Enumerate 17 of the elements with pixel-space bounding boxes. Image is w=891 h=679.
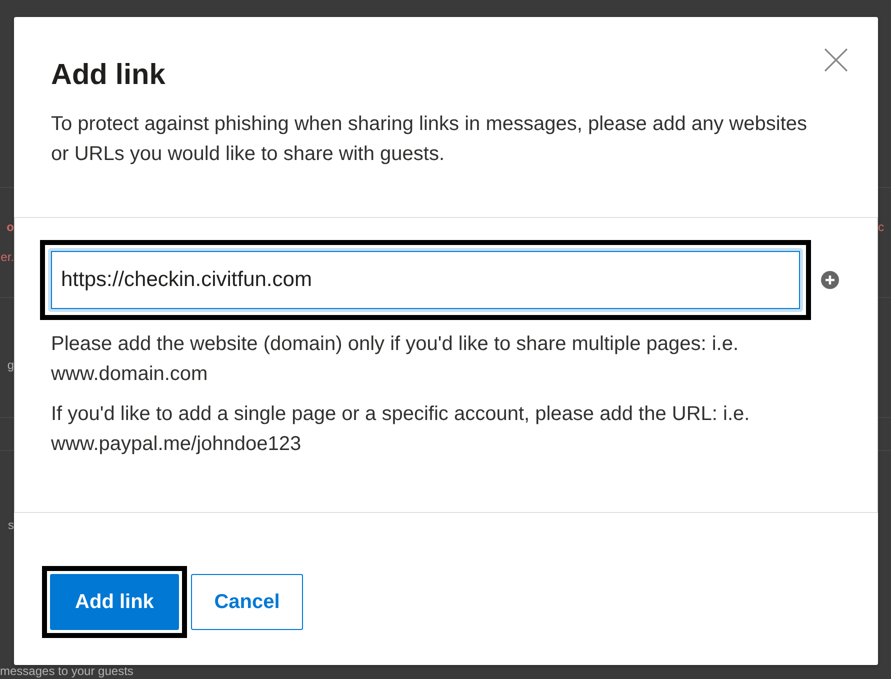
- background-text: c: [878, 219, 884, 236]
- background-text: s: [8, 517, 14, 534]
- help-text: Please add the website (domain) only if you'd like to share multiple pages: i.e. www.domain.com: [51, 332, 740, 387]
- close-icon: [824, 48, 848, 72]
- help-text: If you'd like to add a single page or a specific account, please add the URL: i.e. www.paypal.me/johndoe123: [51, 402, 751, 457]
- dialog-title: Add link: [51, 58, 166, 92]
- add-button[interactable]: [821, 271, 839, 289]
- add-link-button[interactable]: Add link: [50, 574, 179, 630]
- close-button[interactable]: [824, 48, 848, 72]
- dialog-description: To protect against phishing when sharing links in messages, please add any websites or URLs you would like to share with guests.: [51, 112, 808, 167]
- background-text: er.: [0, 249, 14, 266]
- background-text: messages to your guests: [0, 665, 134, 678]
- add-circle-icon: [821, 271, 839, 289]
- cancel-button[interactable]: Cancel: [191, 574, 303, 630]
- background-text: g: [7, 357, 14, 374]
- url-input-field[interactable]: https://checkin.civitfun.com: [48, 248, 803, 312]
- background-text: o: [6, 219, 14, 236]
